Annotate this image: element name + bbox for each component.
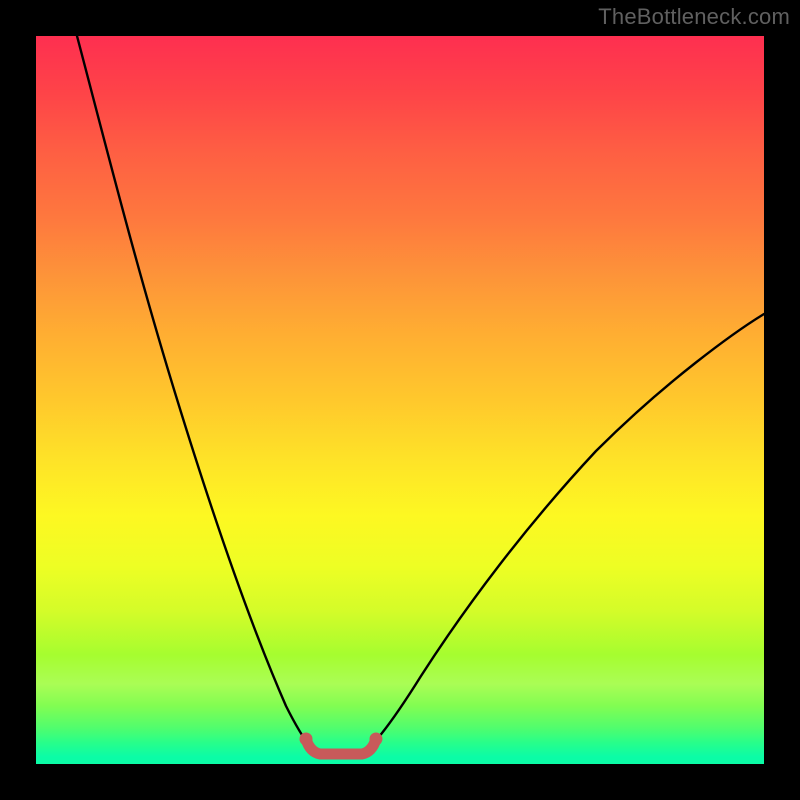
curve-left-arm: [77, 36, 311, 748]
curve-right-arm: [369, 314, 764, 748]
curve-flat-bottom: [306, 739, 376, 754]
flat-endpoint-right: [370, 733, 383, 746]
bottleneck-curve: [36, 36, 764, 764]
flat-endpoint-left: [300, 733, 313, 746]
watermark-text: TheBottleneck.com: [598, 4, 790, 30]
plot-area: [36, 36, 764, 764]
